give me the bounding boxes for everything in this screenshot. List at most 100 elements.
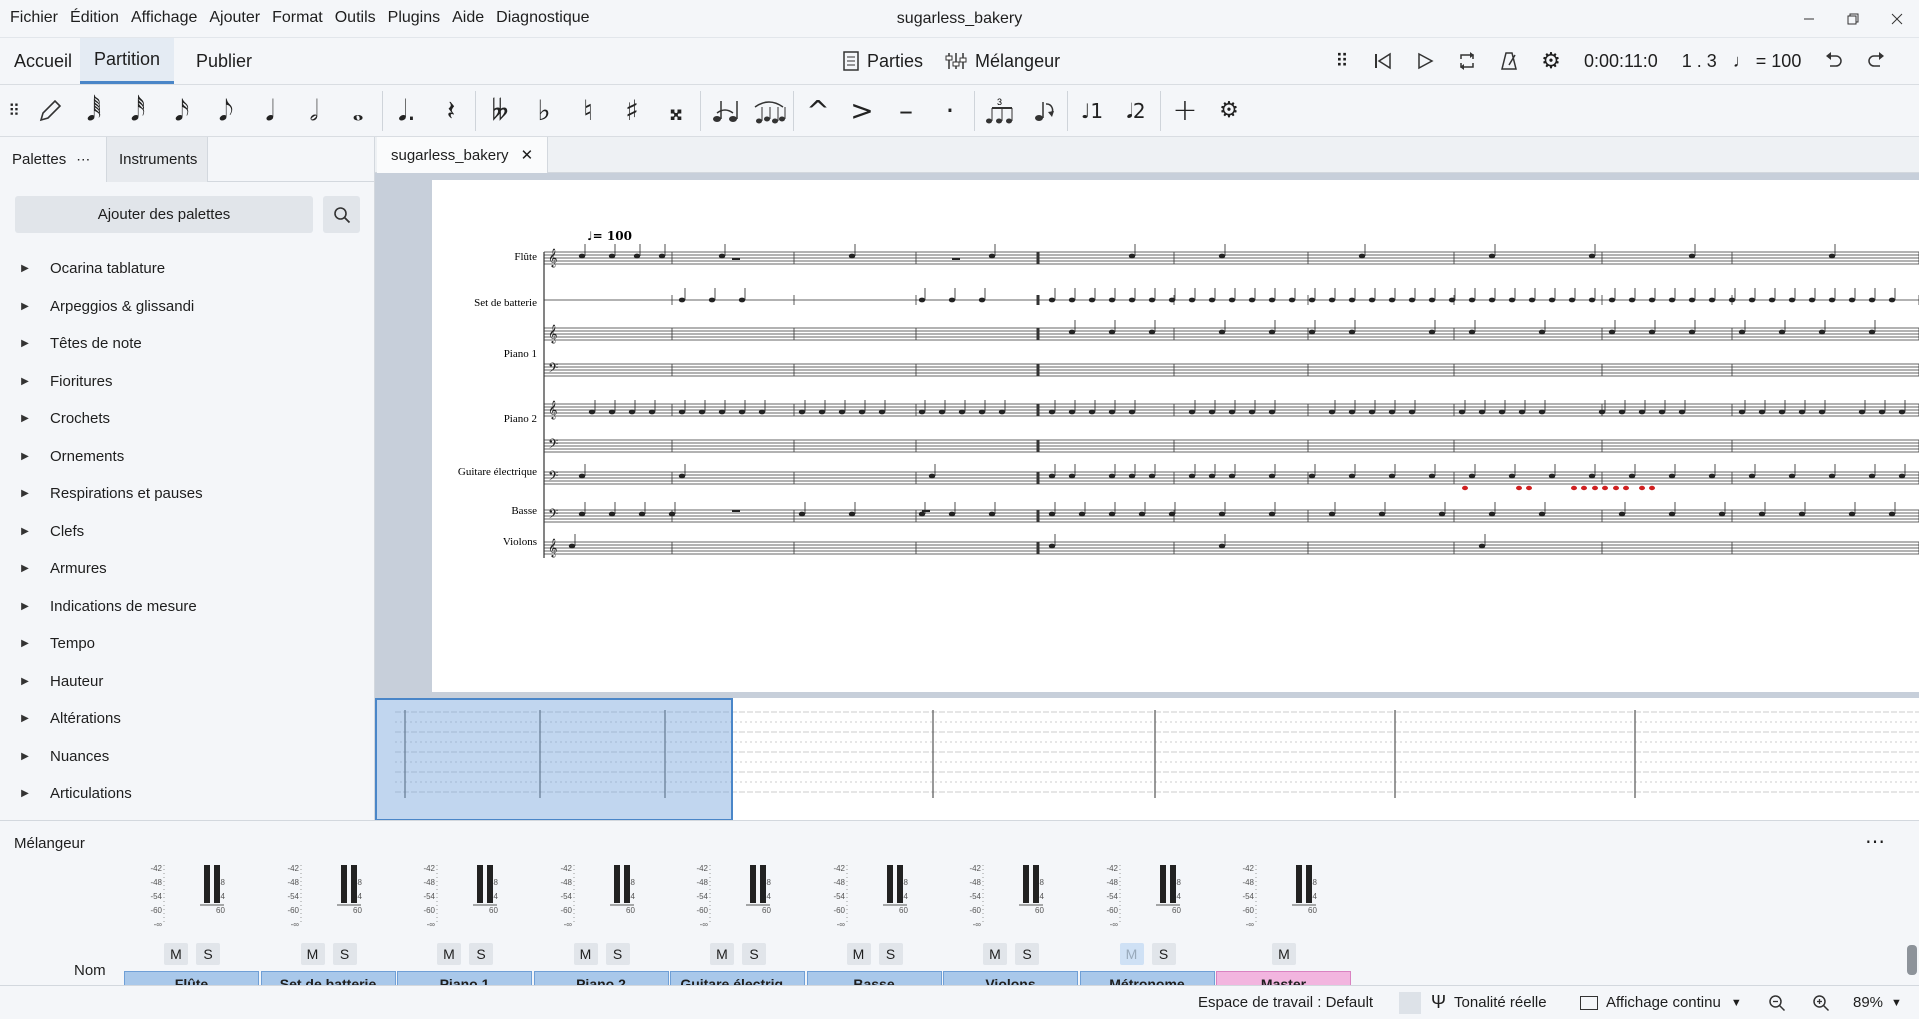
level-meter[interactable]: -42 -48 -54 -60 -∞ 48 54 60: [943, 864, 1079, 933]
menu-aide[interactable]: Aide: [446, 9, 490, 27]
parts-button[interactable]: Parties: [843, 51, 923, 72]
solo-button[interactable]: S: [469, 943, 493, 965]
tenuto-button[interactable]: –: [884, 85, 928, 137]
voice-1-button[interactable]: ♩ 1: [1070, 85, 1114, 137]
mute-button[interactable]: M: [710, 943, 734, 965]
palette-item[interactable]: ▶ Ornements: [0, 438, 375, 476]
mute-button[interactable]: M: [983, 943, 1007, 965]
mute-button[interactable]: M: [1119, 943, 1144, 965]
menu-affichage[interactable]: Affichage: [125, 9, 203, 27]
palette-item[interactable]: ▶ Hauteur: [0, 663, 375, 701]
palette-item[interactable]: ▶ Clefs: [0, 513, 375, 551]
level-meter[interactable]: -42 -48 -54 -60 -∞ 48 54 60: [670, 864, 806, 933]
flat-button[interactable]: ♭: [522, 85, 566, 137]
score-navigator[interactable]: [375, 697, 1919, 821]
search-icon[interactable]: [323, 196, 360, 233]
palette-item[interactable]: ▶ Nuances: [0, 738, 375, 776]
flip-direction-icon[interactable]: [1021, 85, 1065, 137]
palette-item[interactable]: ▶ Fioritures: [0, 363, 375, 401]
augmentation-dot[interactable]: 𝅘𝅥.: [385, 85, 429, 137]
mixer-button[interactable]: Mélangeur: [945, 51, 1060, 72]
tab-partition[interactable]: Partition: [80, 38, 175, 84]
concert-pitch-checkbox[interactable]: [1399, 991, 1421, 1014]
level-meter[interactable]: -42 -48 -54 -60 -∞ 48 54 60: [397, 864, 533, 933]
workspace-label[interactable]: Espace de travail : Default: [1198, 986, 1373, 1019]
restore-icon[interactable]: [1831, 0, 1875, 38]
zoom-out-icon[interactable]: [1768, 986, 1786, 1019]
menu-plugins[interactable]: Plugins: [382, 9, 446, 27]
tab-accueil[interactable]: Accueil: [0, 38, 86, 84]
voice-2-button[interactable]: 𝅘𝅥 2: [1114, 85, 1158, 137]
view-mode-select[interactable]: Affichage continu ▼: [1580, 986, 1742, 1019]
solo-button[interactable]: S: [742, 943, 766, 965]
double-flat-button[interactable]: 𝄫: [478, 85, 522, 137]
tab-instruments[interactable]: Instruments: [106, 137, 208, 182]
solo-button[interactable]: S: [878, 943, 903, 965]
duration-whole[interactable]: 𝅝: [336, 85, 380, 137]
menu-outils[interactable]: Outils: [329, 9, 382, 27]
level-meter[interactable]: -42 -48 -54 -60 -∞ 48 54 60: [124, 864, 260, 933]
duration-16th[interactable]: 𝅘𝅥𝅯: [160, 85, 204, 137]
palette-item[interactable]: ▶ Ocarina tablature: [0, 250, 375, 288]
palette-item[interactable]: ▶ Crochets: [0, 400, 375, 438]
metronome-icon[interactable]: [1488, 38, 1530, 84]
menu-format[interactable]: Format: [266, 9, 329, 27]
score-page[interactable]: ♩= 100 Flûte Set de batterie Piano 1 Pia…: [432, 180, 1919, 692]
staccato-button[interactable]: ·: [928, 85, 972, 137]
duration-half[interactable]: 𝅗𝅥: [292, 85, 336, 137]
mixer-scrollbar[interactable]: [1907, 945, 1917, 975]
tab-publier[interactable]: Publier: [182, 38, 266, 84]
sharp-button[interactable]: ♯: [610, 85, 654, 137]
natural-button[interactable]: ♮: [566, 85, 610, 137]
palette-item[interactable]: ▶ Respirations et pauses: [0, 475, 375, 513]
marcato-button[interactable]: ^: [796, 85, 840, 137]
play-icon[interactable]: [1404, 38, 1446, 84]
double-sharp-button[interactable]: 𝄪: [654, 85, 698, 137]
loop-icon[interactable]: [1446, 38, 1488, 84]
palette-item[interactable]: ▶ Tempo: [0, 625, 375, 663]
score-tab[interactable]: sugarless_bakery ✕: [377, 137, 549, 173]
mute-button[interactable]: M: [1272, 943, 1296, 965]
level-meter[interactable]: -42 -48 -54 -60 -∞ 48 54 60: [261, 864, 397, 933]
menu-edition[interactable]: Édition: [64, 9, 125, 27]
solo-button[interactable]: S: [196, 943, 220, 965]
mute-button[interactable]: M: [437, 943, 461, 965]
solo-button[interactable]: S: [332, 943, 357, 965]
zoom-level[interactable]: 89% ▼: [1853, 986, 1902, 1019]
menu-fichier[interactable]: Fichier: [4, 9, 64, 27]
solo-button[interactable]: S: [605, 943, 630, 965]
add-palettes-button[interactable]: Ajouter des palettes: [15, 196, 313, 233]
level-meter[interactable]: -42 -48 -54 -60 -∞ 48 54 60: [1216, 864, 1352, 933]
solo-button[interactable]: S: [1151, 943, 1176, 965]
menu-ajouter[interactable]: Ajouter: [203, 9, 266, 27]
more-options-icon[interactable]: ⋯: [76, 151, 90, 168]
undo-icon[interactable]: [1813, 38, 1855, 84]
minimize-icon[interactable]: [1787, 0, 1831, 38]
level-meter[interactable]: -42 -48 -54 -60 -∞ 48 54 60: [1080, 864, 1216, 933]
mute-button[interactable]: M: [300, 943, 325, 965]
zoom-in-icon[interactable]: [1812, 986, 1830, 1019]
mixer-menu-icon[interactable]: ⋯: [1865, 829, 1885, 854]
drag-handle-icon[interactable]: ⠿: [1320, 38, 1362, 84]
tie-icon[interactable]: [703, 85, 747, 137]
palette-item[interactable]: ▶ Armures: [0, 550, 375, 588]
level-meter[interactable]: -42 -48 -54 -60 -∞ 48 54 60: [807, 864, 943, 933]
palette-item[interactable]: ▶ Têtes de note: [0, 325, 375, 363]
add-button[interactable]: +: [1163, 85, 1207, 137]
palette-item[interactable]: ▶ Altérations: [0, 700, 375, 738]
mute-button[interactable]: M: [846, 943, 871, 965]
duration-64th[interactable]: 𝅘𝅥𝅱: [72, 85, 116, 137]
playback-settings-icon[interactable]: ⚙: [1530, 38, 1572, 84]
duration-eighth[interactable]: 𝅘𝅥𝅮: [204, 85, 248, 137]
tab-palettes[interactable]: Palettes ⋯: [0, 137, 106, 182]
mute-button[interactable]: M: [573, 943, 598, 965]
navigator-viewport[interactable]: [375, 698, 733, 821]
palette-item[interactable]: ▶ Arpeggios & glissandi: [0, 288, 375, 326]
rewind-icon[interactable]: [1362, 38, 1404, 84]
rest-button[interactable]: 𝄽: [429, 85, 473, 137]
palette-item[interactable]: ▶ Articulations: [0, 775, 375, 813]
level-meter[interactable]: -42 -48 -54 -60 -∞ 48 54 60: [534, 864, 670, 933]
palette-item[interactable]: ▶ Indications de mesure: [0, 588, 375, 626]
duration-quarter[interactable]: 𝅘𝅥: [248, 85, 292, 137]
duration-32nd[interactable]: 𝅘𝅥𝅰: [116, 85, 160, 137]
